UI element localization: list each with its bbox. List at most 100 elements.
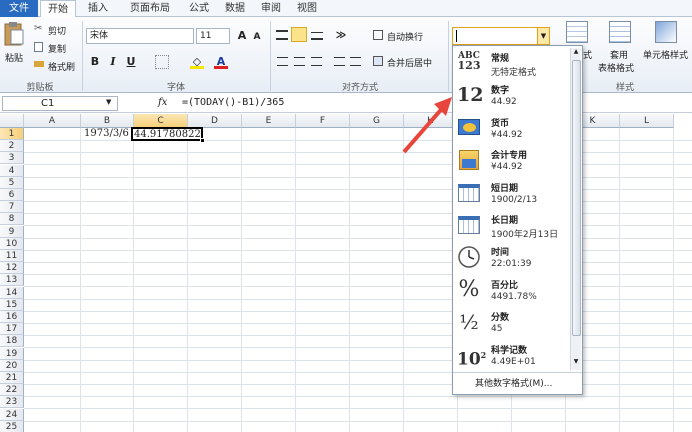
underline-icon[interactable]: U xyxy=(124,55,138,69)
column-header-a[interactable]: A xyxy=(24,114,81,128)
font-name-box[interactable]: 宋体 xyxy=(86,28,194,44)
column-header-d[interactable]: D xyxy=(188,114,242,128)
format-option-currency[interactable]: 货币 ¥44.92 xyxy=(453,113,571,146)
format-option-short-date[interactable]: 短日期 1900/2/13 xyxy=(453,178,571,211)
format-option-long-date[interactable]: 长日期 1900年2月13日 xyxy=(453,210,571,243)
tab-home[interactable]: 开始 xyxy=(40,0,76,18)
font-color-icon[interactable]: A xyxy=(214,55,228,69)
grid-line xyxy=(187,128,188,432)
name-box[interactable]: C1 xyxy=(2,96,118,111)
align-middle-icon[interactable] xyxy=(291,27,307,42)
more-number-formats[interactable]: 其他数字格式(M)... xyxy=(453,372,582,394)
row-header-16[interactable]: 16 xyxy=(0,311,24,323)
format-painter-button[interactable]: 格式刷 xyxy=(34,59,80,73)
chevron-down-icon[interactable]: ▼ xyxy=(106,98,111,106)
column-header-h[interactable]: H xyxy=(404,114,458,128)
chevron-down-icon[interactable]: ▼ xyxy=(537,28,549,44)
format-as-table-icon[interactable] xyxy=(609,21,631,43)
row-header-22[interactable]: 22 xyxy=(0,384,24,397)
formula-input[interactable]: =(TODAY()-B1)/365 xyxy=(182,97,284,108)
cell-styles-icon[interactable] xyxy=(655,21,677,43)
column-header-f[interactable]: F xyxy=(296,114,350,128)
align-bottom-icon[interactable] xyxy=(311,32,323,40)
row-header-7[interactable]: 7 xyxy=(0,201,24,214)
row-header-8[interactable]: 8 xyxy=(0,213,24,226)
spreadsheet-grid[interactable]: ABCDEFGHIJKL 123456789101112131415161718… xyxy=(0,114,692,432)
indent-increase-icon[interactable] xyxy=(350,57,361,66)
row-header-14[interactable]: 14 xyxy=(0,286,24,299)
format-option-percent[interactable]: % 百分比 4491.78% xyxy=(453,275,571,308)
tab-file[interactable]: 文件 xyxy=(0,0,38,17)
align-top-icon[interactable] xyxy=(276,30,288,40)
tab-review[interactable]: 审阅 xyxy=(256,0,286,17)
scroll-up-icon[interactable]: ▲ xyxy=(571,48,581,58)
paste-button[interactable]: 粘贴 xyxy=(3,21,25,73)
indent-decrease-icon[interactable] xyxy=(334,57,345,66)
align-right-icon[interactable] xyxy=(311,57,322,66)
copy-button[interactable]: 复制 xyxy=(34,41,74,55)
row-header-6[interactable]: 6 xyxy=(0,189,24,201)
tab-view[interactable]: 视图 xyxy=(292,0,322,17)
row-header-25[interactable]: 25 xyxy=(0,420,24,432)
align-center-icon[interactable] xyxy=(294,57,305,66)
row-header-19[interactable]: 19 xyxy=(0,347,24,360)
scroll-thumb[interactable] xyxy=(572,60,581,336)
conditional-format-icon[interactable] xyxy=(566,21,588,43)
row-header-3[interactable]: 3 xyxy=(0,152,24,165)
format-option-number-12[interactable]: 12 数字 44.92 xyxy=(453,80,571,113)
fx-icon[interactable]: fx xyxy=(158,97,167,108)
scroll-down-icon[interactable]: ▼ xyxy=(571,358,581,368)
column-header-l[interactable]: L xyxy=(620,114,674,128)
column-header-c[interactable]: C xyxy=(134,114,188,128)
row-header-5[interactable]: 5 xyxy=(0,176,24,189)
merge-label: 合并后居中 xyxy=(387,59,433,69)
select-all-corner[interactable] xyxy=(0,114,24,128)
tab-page-layout[interactable]: 页面布局 xyxy=(122,0,178,17)
row-header-9[interactable]: 9 xyxy=(0,225,24,238)
row-header-18[interactable]: 18 xyxy=(0,335,24,348)
row-header-20[interactable]: 20 xyxy=(0,359,24,372)
font-size-box[interactable]: 11 xyxy=(196,28,230,44)
cell-c1[interactable]: 44.91780822 xyxy=(131,127,203,141)
format-option-scientific[interactable]: 102 科学记数 4.49E+01 xyxy=(453,340,571,373)
format-option-abc-123[interactable]: ABC 123 常规 无特定格式 xyxy=(453,48,571,81)
row-header-10[interactable]: 10 xyxy=(0,237,24,250)
fill-handle[interactable] xyxy=(200,138,205,143)
row-header-13[interactable]: 13 xyxy=(0,274,24,287)
orientation-icon[interactable]: ≫ xyxy=(334,29,348,43)
cut-button[interactable]: ✂ 剪切 xyxy=(34,23,74,37)
row-header-4[interactable]: 4 xyxy=(0,164,24,177)
grid-line xyxy=(24,225,692,227)
border-icon[interactable] xyxy=(155,55,169,69)
cell-b1[interactable]: 1973/3/6 xyxy=(84,128,129,140)
wrap-text-button[interactable]: 自动换行 xyxy=(373,29,443,43)
tab-insert[interactable]: 插入 xyxy=(80,0,116,17)
tab-data[interactable]: 数据 xyxy=(220,0,250,17)
number-format-combo[interactable]: ▼ xyxy=(452,27,550,45)
column-header-g[interactable]: G xyxy=(350,114,404,128)
merge-center-button[interactable]: 合并后居中 xyxy=(373,55,445,69)
grow-font-icon[interactable]: A xyxy=(235,29,249,43)
shrink-font-icon[interactable]: A xyxy=(250,30,264,44)
row-header-23[interactable]: 23 xyxy=(0,396,24,409)
column-header-e[interactable]: E xyxy=(242,114,296,128)
row-header-1[interactable]: 1 xyxy=(0,128,24,140)
row-header-21[interactable]: 21 xyxy=(0,372,24,384)
row-header-2[interactable]: 2 xyxy=(0,140,24,153)
merge-icon xyxy=(373,56,383,66)
format-option-accounting[interactable]: 会计专用 ¥44.92 xyxy=(453,145,571,178)
tab-formulas[interactable]: 公式 xyxy=(184,0,214,17)
row-header-17[interactable]: 17 xyxy=(0,323,24,336)
row-header-11[interactable]: 11 xyxy=(0,250,24,262)
format-option-fraction[interactable]: ½ 分数 45 xyxy=(453,307,571,340)
format-option-clock[interactable]: 时间 22:01:39 xyxy=(453,242,571,275)
italic-icon[interactable]: I xyxy=(106,55,120,69)
column-header-b[interactable]: B xyxy=(81,114,134,128)
align-left-icon[interactable] xyxy=(277,57,288,66)
row-header-15[interactable]: 15 xyxy=(0,298,24,311)
row-header-24[interactable]: 24 xyxy=(0,408,24,421)
bold-icon[interactable]: B xyxy=(88,55,102,69)
fill-color-icon[interactable]: ◇ xyxy=(190,55,204,69)
row-header-12[interactable]: 12 xyxy=(0,262,24,275)
dropdown-scrollbar[interactable]: ▲ ▼ xyxy=(570,48,581,370)
